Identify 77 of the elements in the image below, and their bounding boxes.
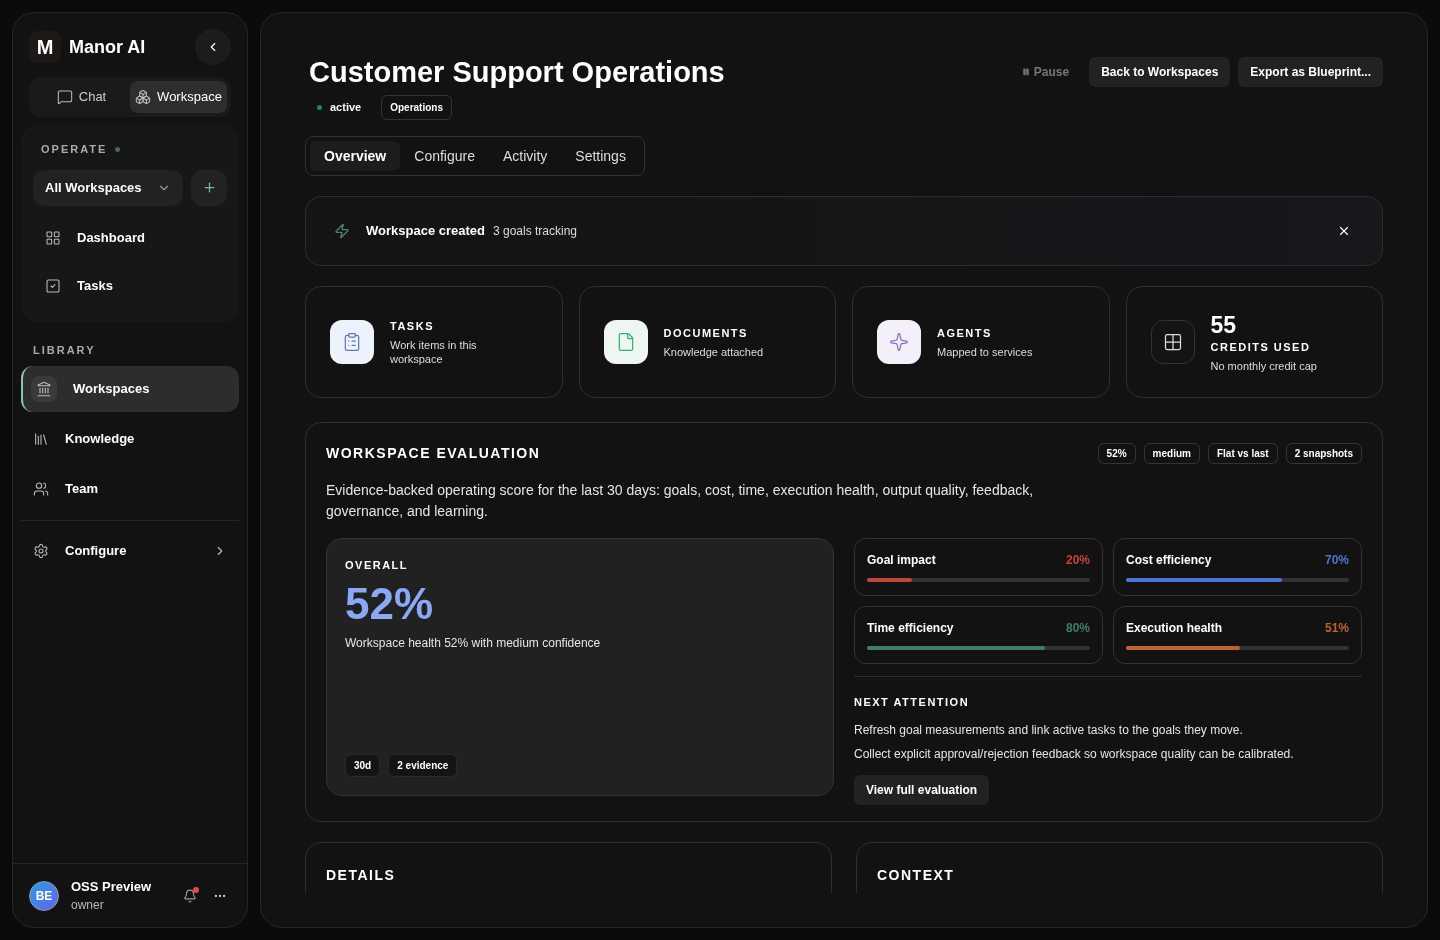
chip: 30d: [345, 754, 381, 777]
team-icon: [33, 481, 49, 497]
tab[interactable]: Activity: [488, 141, 562, 171]
configure-item[interactable]: Configure: [21, 529, 239, 573]
user-name: OSS Preview: [71, 877, 153, 896]
metric-percent: 70%: [1324, 552, 1349, 569]
pause-button[interactable]: Pause: [1009, 57, 1082, 87]
attention-item: Collect explicit approval/rejection feedback so workspace quality can be calibrated.: [854, 746, 1295, 763]
workspace-select[interactable]: All Workspaces: [33, 169, 183, 206]
nav-item[interactable]: Dashboard: [33, 213, 227, 262]
section-title: DETAILS: [326, 867, 396, 883]
settings-icon: [33, 543, 49, 559]
section-title: WORKSPACE EVALUATION: [326, 444, 542, 463]
stat-description: Knowledge attached: [663, 345, 764, 360]
attention-item: Refresh goal measurements and link active tasks to the goals they move.: [854, 722, 1244, 739]
document-icon: [603, 320, 648, 364]
plus-icon: [201, 180, 217, 195]
banner-subtitle: 3 goals tracking: [493, 223, 579, 240]
tab[interactable]: Settings: [561, 141, 640, 171]
badge: 2 snapshots: [1285, 443, 1362, 464]
stat-description: No monthly credit cap: [1210, 359, 1317, 374]
stat-label: CREDITS USED: [1210, 339, 1312, 355]
page-title: Customer Support Operations: [309, 55, 726, 90]
mode-tab[interactable]: Workspace: [130, 81, 227, 113]
stat-description: Mapped to services: [937, 345, 1033, 360]
header-button[interactable]: Export as Blueprint...: [1238, 57, 1383, 87]
close-icon: [1337, 224, 1351, 238]
bell-icon: [183, 888, 197, 903]
metric-name: Goal impact: [867, 552, 936, 569]
tab[interactable]: Overview: [310, 141, 401, 171]
badge: 52%: [1097, 443, 1136, 464]
section-label: LIBRARY: [32, 342, 97, 358]
badge: medium: [1143, 443, 1200, 464]
metric-name: Time efficiency: [867, 620, 954, 637]
mode-tab[interactable]: Chat: [33, 81, 130, 113]
overall-score: 52%: [345, 577, 435, 630]
logo: M: [29, 31, 61, 63]
lightning-icon: [334, 223, 350, 239]
stat-label: DOCUMENTS: [663, 325, 749, 341]
chat-icon: [56, 89, 73, 105]
sparkle-icon: [877, 320, 921, 364]
section-label: OPERATE: [41, 142, 108, 157]
section-title: CONTEXT: [877, 867, 955, 883]
nav-item[interactable]: Tasks: [33, 261, 227, 310]
nav-item[interactable]: Team: [21, 466, 239, 512]
nav-item[interactable]: Knowledge: [21, 416, 239, 462]
header-button[interactable]: Back to Workspaces: [1089, 57, 1231, 87]
status-label: active: [317, 99, 362, 116]
stat-value: 55: [1210, 310, 1238, 339]
chip: 2 evidence: [388, 754, 458, 777]
evaluation-description: Evidence-backed operating score for the last 30 days: goals, cost, time, execution health, output quality, feedback, governance, and learning.: [326, 481, 1035, 521]
brand-name: Manor AI: [69, 35, 147, 59]
tab[interactable]: Configure: [400, 141, 489, 171]
clipboard-icon: [330, 320, 374, 364]
metric-name: Execution health: [1126, 620, 1223, 637]
nav-item[interactable]: Workspaces: [21, 366, 239, 412]
banner-title: Workspace created: [366, 222, 485, 241]
stat-description: Work items in this workspace: [390, 338, 478, 367]
section-title: NEXT ATTENTION: [854, 696, 970, 708]
avatar: BE: [29, 880, 59, 911]
book-icon: [33, 431, 49, 447]
metric-percent: 20%: [1065, 552, 1090, 569]
badge: Flat vs last: [1207, 443, 1278, 464]
pause-icon: [1021, 68, 1030, 76]
stat-label: TASKS: [390, 318, 435, 334]
overall-caption: Workspace health 52% with medium confidence: [345, 634, 602, 652]
category-tag: Operations: [381, 95, 452, 120]
metric-percent: 51%: [1324, 620, 1349, 637]
dashboard-icon: [45, 229, 61, 246]
metric-name: Cost efficiency: [1126, 552, 1212, 569]
metric-percent: 80%: [1065, 620, 1090, 637]
overall-label: OVERALL: [345, 558, 410, 573]
user-role: owner: [71, 897, 105, 915]
building-icon: [36, 381, 52, 397]
checkbox-icon: [45, 277, 61, 294]
stat-label: AGENTS: [937, 325, 993, 341]
view-evaluation-button[interactable]: View full evaluation: [854, 775, 990, 805]
